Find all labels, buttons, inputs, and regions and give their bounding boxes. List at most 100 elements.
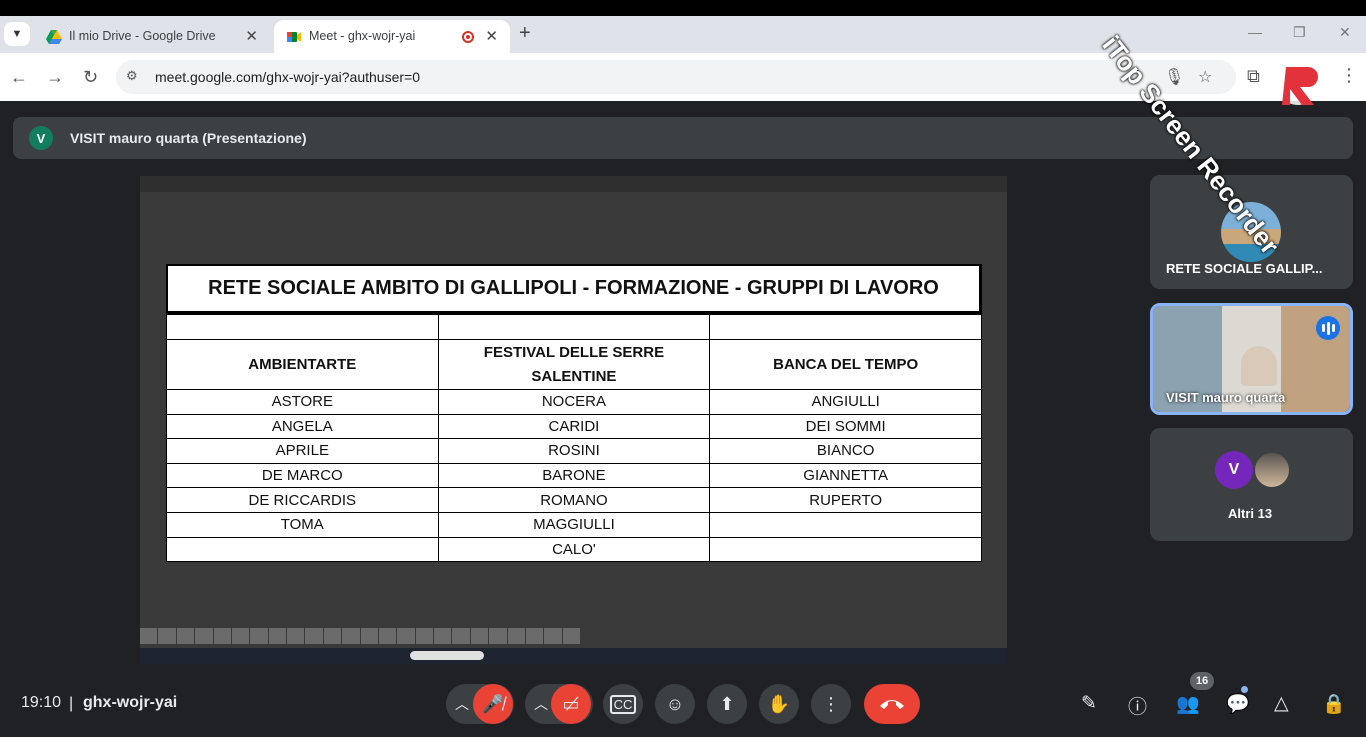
table-cell: ROSINI [437, 438, 711, 464]
activities-icon[interactable]: △ [1274, 692, 1289, 715]
table-cell: DE MARCO [166, 462, 439, 489]
table-cell: ANGELA [166, 413, 439, 440]
captions-icon: CC [609, 694, 637, 714]
table-cell: CARIDI [437, 413, 711, 440]
sheet-tabs-strip [140, 628, 580, 644]
address-bar[interactable]: ⚙ meet.google.com/ghx-wojr-yai?authuser=… [116, 60, 1236, 94]
table-cell: NOCERA [437, 389, 711, 415]
recorder-logo-icon [1274, 57, 1322, 105]
table-row: TOMA MAGGIULLI [166, 511, 982, 538]
participant-name: VISIT mauro quarta [1166, 390, 1286, 405]
header-line: SALENTINE [531, 367, 617, 385]
groups-table: AMBIENTARTE FESTIVAL DELLE SERRE SALENTIN… [166, 314, 982, 563]
tab-search-button[interactable]: ▼ [4, 22, 30, 46]
screen-top-border [0, 0, 1366, 16]
more-vert-icon: ⋮ [822, 693, 840, 714]
bookmark-star-icon[interactable]: ☆ [1198, 67, 1212, 87]
camera-off-button[interactable]: ▭̸ [551, 684, 591, 724]
shared-screen: RETE SOCIALE AMBITO DI GALLIPOLI - FORMA… [140, 176, 1007, 664]
reactions-button[interactable]: ☺ [655, 684, 695, 724]
more-options-button[interactable]: ⋮ [811, 684, 851, 724]
chevron-up-icon[interactable]: ︿ [534, 694, 548, 714]
reload-icon[interactable]: ↻ [83, 67, 98, 88]
browser-tab-strip: ▼ Il mio Drive - Google Drive ✕ Meet - g… [0, 16, 1366, 53]
camera-off-icon: ▭̸ [562, 693, 580, 714]
header-cell: FESTIVAL DELLE SERRE SALENTINE [437, 339, 711, 390]
tab-google-meet[interactable]: Meet - ghx-wojr-yai ✕ [274, 20, 510, 53]
table-cell: DEI SOMMI [709, 413, 982, 440]
participant-avatar: V [1215, 451, 1253, 489]
microphone-icon[interactable]: 🎙 [1164, 67, 1184, 87]
captions-button[interactable]: CC [603, 684, 643, 724]
chevron-up-icon[interactable]: ︿ [455, 694, 469, 714]
table-cell: MAGGIULLI [437, 511, 711, 538]
chevron-down-icon: ▼ [11, 28, 23, 40]
raise-hand-button[interactable]: ✋ [759, 684, 799, 724]
table-cell: RUPERTO [709, 487, 982, 513]
menu-dots-icon[interactable]: ⋮ [1340, 65, 1358, 86]
table-cell: CALO' [437, 536, 711, 563]
participant-tile-others[interactable]: V Altri 13 [1150, 428, 1353, 541]
meeting-code: ghx-wojr-yai [83, 694, 178, 711]
table-row [166, 314, 982, 340]
tab-title: Il mio Drive - Google Drive [69, 29, 216, 43]
sheet-title: RETE SOCIALE AMBITO DI GALLIPOLI - FORMA… [166, 264, 982, 314]
presentation-title: VISIT mauro quarta (Presentazione) [70, 130, 307, 146]
close-icon[interactable]: ✕ [245, 27, 258, 45]
table-row: DE MARCO BARONE GIANNETTA [166, 462, 982, 489]
speaking-indicator-icon [1316, 316, 1340, 340]
mic-off-button[interactable]: 🎤̸ [473, 684, 513, 724]
participant-figure [1241, 346, 1277, 386]
table-row: DE RICCARDIS ROMANO RUPERTO [166, 487, 982, 513]
participant-photo [1253, 451, 1291, 489]
spreadsheet: RETE SOCIALE AMBITO DI GALLIPOLI - FORMA… [166, 264, 982, 563]
leave-call-button[interactable] [864, 684, 920, 724]
whiteboard-icon[interactable]: ✎ [1081, 692, 1097, 715]
info-icon[interactable]: ⓘ [1128, 692, 1147, 719]
present-screen-icon: ⬆ [719, 693, 735, 714]
new-tab-button[interactable]: + [519, 22, 531, 45]
recording-icon [462, 31, 474, 43]
table-cell: BARONE [437, 462, 711, 489]
table-cell: BIANCO [709, 438, 982, 464]
mic-off-icon: 🎤̸ [481, 693, 505, 714]
header-cell: BANCA DEL TEMPO [709, 339, 982, 390]
site-settings-icon[interactable]: ⚙ [126, 68, 144, 86]
emoji-icon: ☺ [665, 693, 685, 714]
header-cell: AMBIENTARTE [166, 339, 439, 390]
table-cell [709, 536, 982, 563]
shared-app-titlebar [140, 176, 1007, 192]
window-close-icon[interactable]: ✕ [1339, 24, 1351, 41]
tab-title: Meet - ghx-wojr-yai [309, 29, 416, 43]
participant-tile-mauro-quarta[interactable]: VISIT mauro quarta [1150, 303, 1353, 415]
minimize-icon[interactable]: — [1248, 24, 1262, 40]
meeting-controls-bar: 19:10 | ghx-wojr-yai ︿ 🎤̸ ︿ ▭̸ CC ☺ ⬆ ✋ … [0, 670, 1366, 737]
participant-count-badge: 16 [1190, 672, 1214, 690]
close-icon[interactable]: ✕ [485, 27, 498, 45]
table-cell: ASTORE [166, 389, 439, 415]
taskbar-search [410, 651, 484, 660]
extensions-icon[interactable]: ⧉ [1247, 66, 1260, 87]
meeting-time: 19:10 [21, 694, 62, 711]
back-arrow-icon[interactable]: ← [10, 67, 28, 88]
host-controls-icon[interactable]: 🔒 [1322, 692, 1346, 716]
table-cell: GIANNETTA [709, 462, 982, 489]
hang-up-icon [880, 700, 904, 709]
restore-icon[interactable]: ❐ [1293, 24, 1306, 41]
google-meet-icon [287, 32, 301, 42]
people-icon[interactable]: 👥 [1176, 692, 1200, 716]
chat-icon[interactable]: 💬 [1226, 692, 1250, 716]
divider: | [69, 695, 74, 712]
table-cell: ROMANO [437, 487, 711, 513]
hand-icon: ✋ [767, 693, 791, 714]
table-row: ASTORE NOCERA ANGIULLI [166, 389, 982, 415]
table-row: CALO' [166, 536, 982, 563]
present-button[interactable]: ⬆ [707, 684, 747, 724]
table-cell [166, 536, 439, 563]
tab-google-drive[interactable]: Il mio Drive - Google Drive ✕ [34, 20, 270, 53]
participant-name: RETE SOCIALE GALLIP... [1166, 261, 1323, 276]
forward-arrow-icon[interactable]: → [46, 67, 64, 88]
table-row: APRILE ROSINI BIANCO [166, 438, 982, 464]
shared-taskbar [140, 648, 1007, 664]
table-cell [709, 511, 982, 538]
